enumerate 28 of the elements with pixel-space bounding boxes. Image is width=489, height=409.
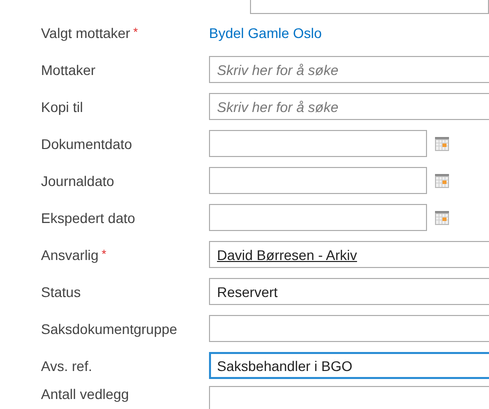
calendar-icon[interactable] — [435, 210, 449, 224]
search-field[interactable]: Skriv her for å søke — [209, 93, 489, 120]
field-label: Valgt mottaker — [41, 24, 130, 40]
text-field[interactable] — [209, 315, 489, 342]
field-label: Mottaker — [41, 62, 96, 78]
search-field[interactable]: Skriv her for å søke — [209, 56, 489, 83]
required-mark: * — [102, 246, 106, 260]
field-label: Journaldato — [41, 172, 114, 188]
field-label: Saksdokumentgruppe — [41, 320, 178, 336]
field-label: Antall vedlegg — [41, 386, 129, 402]
recipient-link[interactable]: Bydel Gamle Oslo — [209, 24, 322, 40]
text-field[interactable]: Reservert — [209, 278, 489, 305]
person-field[interactable]: David Børresen - Arkiv — [209, 241, 489, 268]
calendar-icon[interactable] — [435, 136, 449, 150]
date-field[interactable] — [209, 167, 427, 194]
field-label: Status — [41, 284, 81, 300]
field-label: Ansvarlig — [41, 246, 99, 262]
calendar-icon[interactable] — [435, 174, 449, 188]
field-label: Avs. ref. — [41, 358, 92, 374]
date-field[interactable] — [209, 204, 427, 231]
text-field[interactable] — [209, 386, 489, 409]
input-field[interactable] — [250, 0, 489, 14]
field-label: Dokumentdato — [41, 136, 132, 152]
date-field[interactable] — [209, 130, 427, 157]
field-label: Kopi til — [41, 98, 84, 114]
text-field[interactable]: Saksbehandler i BGO — [209, 352, 489, 379]
field-label: Ekspedert dato — [41, 210, 136, 226]
required-mark: * — [133, 24, 138, 38]
